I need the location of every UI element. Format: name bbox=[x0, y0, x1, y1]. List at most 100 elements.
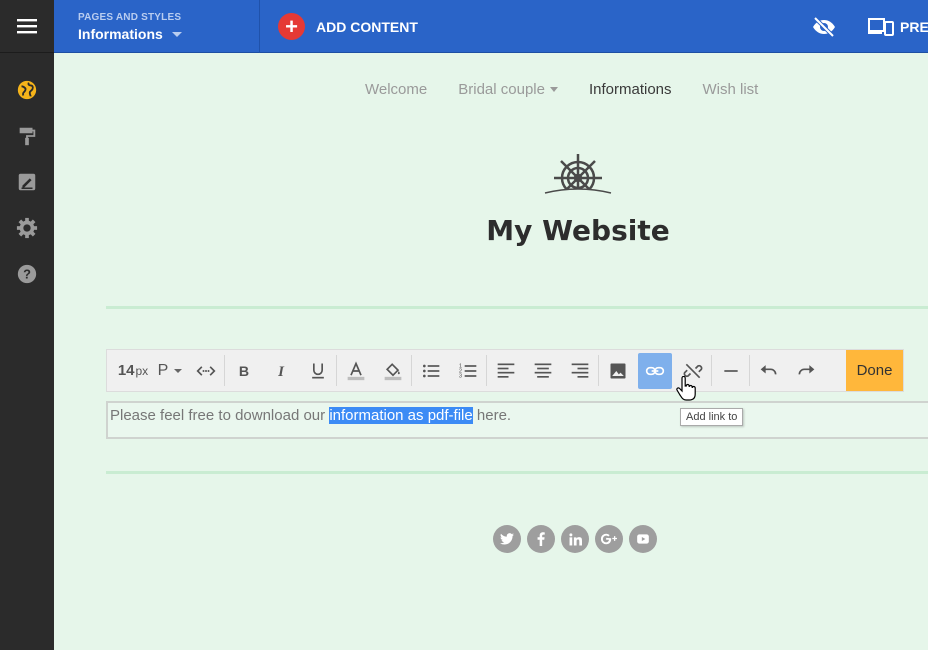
undo-button[interactable] bbox=[750, 350, 787, 391]
googleplus-icon bbox=[601, 533, 617, 545]
align-center-button[interactable] bbox=[524, 350, 561, 391]
text-before-selection: Please feel free to download our bbox=[110, 407, 330, 424]
add-content-label: ADD CONTENT bbox=[316, 18, 418, 35]
pages-label: PAGES AND STYLES bbox=[78, 12, 182, 23]
sidebar-item-edit[interactable] bbox=[0, 159, 54, 205]
youtube-link[interactable] bbox=[629, 525, 657, 553]
site-navigation: Welcome Bridal couple Informations Wish … bbox=[365, 81, 789, 98]
insert-image-button[interactable] bbox=[599, 350, 636, 391]
align-right-icon bbox=[571, 363, 588, 378]
italic-icon: I bbox=[277, 364, 285, 380]
site-title: My Website bbox=[486, 214, 670, 247]
site-logo[interactable] bbox=[541, 150, 615, 207]
preview-button[interactable]: PRE bbox=[868, 18, 928, 36]
numbered-list-icon: 123 bbox=[458, 363, 476, 379]
bold-icon: B bbox=[238, 364, 248, 380]
ship-wheel-icon bbox=[543, 154, 613, 202]
nav-label: Wish list bbox=[702, 81, 759, 98]
youtube-icon bbox=[637, 534, 649, 544]
linkedin-icon bbox=[568, 532, 582, 545]
devices-icon bbox=[868, 18, 894, 36]
facebook-icon bbox=[537, 532, 545, 546]
nav-item-welcome[interactable]: Welcome bbox=[365, 81, 427, 98]
paint-roller-icon bbox=[19, 127, 36, 146]
twitter-icon bbox=[500, 533, 514, 545]
chevron-down-icon bbox=[171, 31, 182, 37]
plus-icon: + bbox=[278, 13, 305, 40]
horizontal-rule-button[interactable] bbox=[712, 350, 749, 391]
section-divider bbox=[106, 471, 928, 474]
align-left-button[interactable] bbox=[487, 350, 524, 391]
text-after-selection: here. bbox=[472, 407, 512, 424]
nav-label: Informations bbox=[588, 81, 672, 98]
edit-note-icon bbox=[18, 173, 36, 191]
hide-eye-button[interactable] bbox=[812, 16, 836, 43]
bullet-list-icon bbox=[422, 364, 439, 377]
underline-icon bbox=[311, 363, 324, 378]
sidebar-item-design[interactable] bbox=[0, 113, 54, 159]
globe-icon bbox=[17, 80, 37, 100]
html-code-button[interactable] bbox=[187, 350, 224, 391]
add-link-tooltip: Add link to bbox=[680, 408, 744, 426]
menu-button[interactable] bbox=[0, 0, 54, 53]
top-bar: PAGES AND STYLES Informations + ADD CONT… bbox=[54, 0, 928, 53]
numbered-list-button[interactable]: 123 bbox=[449, 350, 486, 391]
social-links bbox=[493, 525, 663, 553]
nav-label: Bridal couple bbox=[458, 81, 545, 98]
text-color-icon bbox=[347, 360, 364, 380]
nav-item-bridal-couple[interactable]: Bridal couple bbox=[458, 81, 558, 98]
horizontal-rule-icon bbox=[723, 369, 738, 372]
paragraph-style-selector[interactable]: P bbox=[153, 350, 187, 391]
add-content-button[interactable]: + ADD CONTENT bbox=[278, 13, 418, 40]
svg-text:3: 3 bbox=[458, 373, 461, 379]
align-right-button[interactable] bbox=[561, 350, 598, 391]
left-sidebar: ? bbox=[0, 0, 54, 650]
section-divider bbox=[106, 306, 928, 309]
image-icon bbox=[610, 363, 625, 378]
bold-button[interactable]: B bbox=[225, 350, 262, 391]
background-color-button[interactable] bbox=[374, 350, 411, 391]
code-icon bbox=[195, 365, 216, 376]
font-size-value: 14 bbox=[117, 362, 135, 379]
font-size-unit: px bbox=[135, 363, 149, 378]
align-center-icon bbox=[534, 363, 551, 378]
sidebar-item-pages[interactable] bbox=[0, 67, 54, 113]
gear-icon bbox=[16, 217, 38, 239]
hand-cursor-icon bbox=[676, 375, 696, 407]
chevron-down-icon bbox=[549, 87, 558, 92]
sidebar-item-settings[interactable] bbox=[0, 205, 54, 251]
text-color-button[interactable] bbox=[337, 350, 374, 391]
twitter-link[interactable] bbox=[493, 525, 521, 553]
svg-text:B: B bbox=[238, 364, 248, 380]
fill-color-icon bbox=[384, 362, 401, 380]
current-page-label: Informations bbox=[78, 26, 163, 42]
paragraph-style-value: P bbox=[157, 361, 169, 379]
eye-off-icon bbox=[813, 16, 835, 38]
pages-and-styles-selector[interactable]: PAGES AND STYLES Informations bbox=[54, 0, 260, 53]
sidebar-item-help[interactable]: ? bbox=[0, 251, 54, 297]
svg-text:?: ? bbox=[23, 267, 31, 282]
undo-icon bbox=[760, 364, 776, 374]
redo-icon bbox=[798, 364, 814, 374]
chevron-down-icon bbox=[174, 368, 183, 373]
linkedin-link[interactable] bbox=[561, 525, 589, 553]
text-editor-toolbar: 14 px P B I 123 Done bbox=[106, 349, 904, 392]
bullet-list-button[interactable] bbox=[412, 350, 449, 391]
selected-text: information as pdf-file bbox=[329, 407, 473, 424]
nav-item-wish-list[interactable]: Wish list bbox=[703, 81, 759, 98]
font-size-selector[interactable]: 14 px bbox=[107, 350, 153, 391]
hamburger-icon bbox=[17, 19, 37, 34]
text-editor-area[interactable]: Please feel free to download our informa… bbox=[106, 401, 928, 439]
svg-text:I: I bbox=[277, 364, 285, 380]
help-icon: ? bbox=[17, 264, 37, 284]
current-page: Informations bbox=[78, 26, 259, 42]
underline-button[interactable] bbox=[299, 350, 336, 391]
add-link-button[interactable] bbox=[638, 352, 672, 389]
italic-button[interactable]: I bbox=[262, 350, 299, 391]
redo-button[interactable] bbox=[787, 350, 824, 391]
done-button[interactable]: Done bbox=[846, 350, 903, 391]
nav-item-informations[interactable]: Informations bbox=[589, 81, 672, 98]
googleplus-link[interactable] bbox=[595, 525, 623, 553]
link-icon bbox=[645, 366, 665, 375]
facebook-link[interactable] bbox=[527, 525, 555, 553]
